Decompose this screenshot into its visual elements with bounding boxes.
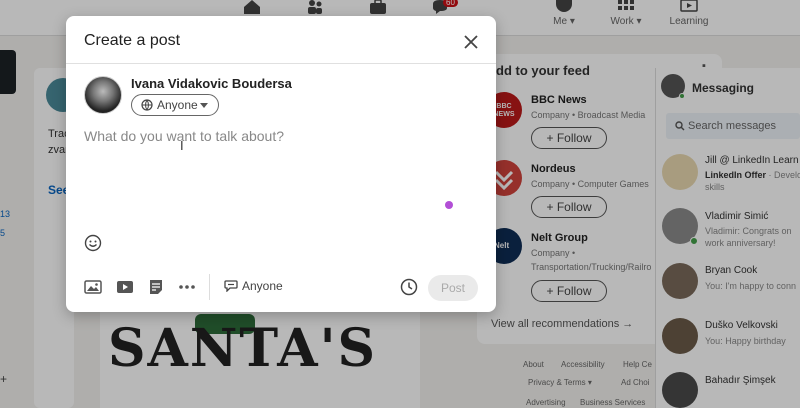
author-name: Ivana Vidakovic Boudersa: [131, 76, 292, 91]
clock-icon[interactable]: [400, 278, 418, 296]
create-post-dialog: Create a post Ivana Vidakovic Boudersa A…: [66, 16, 496, 312]
photo-icon[interactable]: [84, 278, 102, 296]
dialog-title: Create a post: [84, 32, 181, 49]
caret-down-icon: [200, 103, 208, 108]
audience-label: Anyone: [157, 98, 198, 112]
comment-icon: [224, 280, 238, 292]
comment-control-label: Anyone: [242, 279, 283, 293]
globe-icon: [141, 99, 153, 111]
post-button[interactable]: Post: [428, 275, 478, 301]
close-icon[interactable]: [462, 33, 480, 51]
document-icon[interactable]: [147, 278, 165, 296]
text-cursor-icon: I: [180, 138, 184, 153]
accent-dot: [445, 201, 453, 209]
audience-selector-button[interactable]: Anyone: [131, 94, 219, 116]
emoji-icon[interactable]: [84, 234, 102, 252]
more-options-icon[interactable]: [178, 278, 196, 296]
post-text-editor[interactable]: What do you want to talk about?: [84, 128, 474, 238]
dialog-divider: [66, 63, 496, 64]
toolbar-divider: [209, 274, 210, 300]
author-avatar: [84, 76, 122, 114]
video-icon[interactable]: [116, 278, 134, 296]
